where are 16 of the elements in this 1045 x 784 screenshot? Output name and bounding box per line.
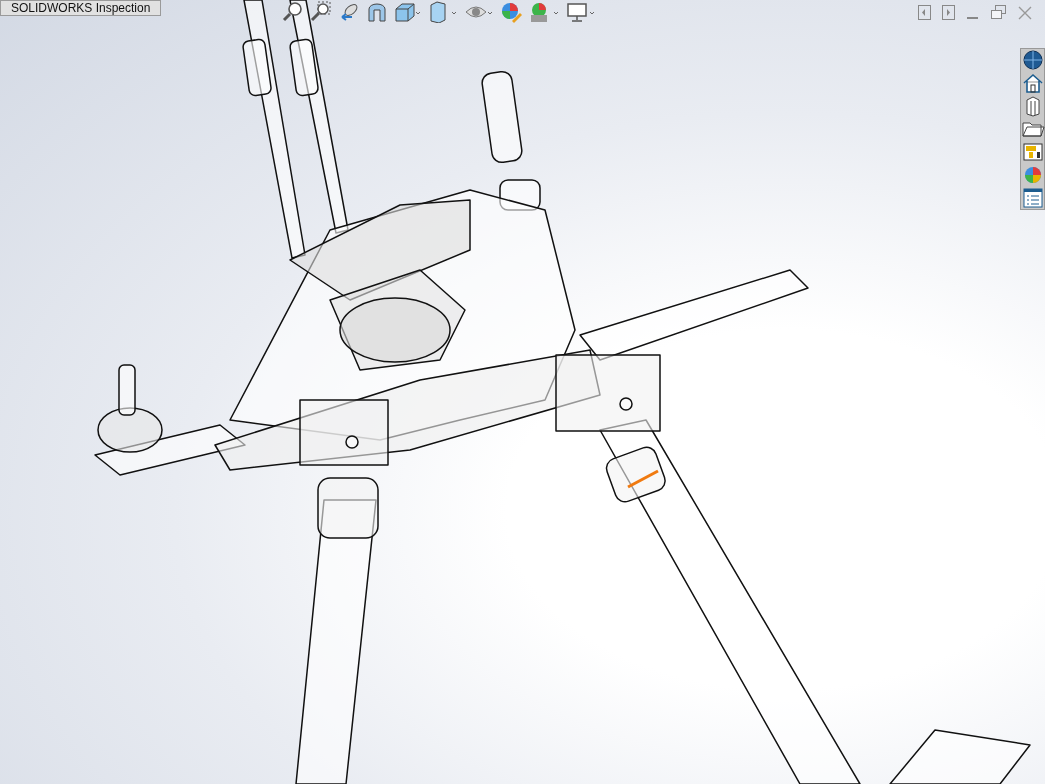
scene-icon[interactable]	[528, 1, 560, 23]
collapse-left-icon[interactable]	[918, 5, 931, 20]
zoom-to-fit-icon[interactable]	[282, 1, 304, 23]
application-label[interactable]: SOLIDWORKS Inspection	[0, 0, 162, 16]
display-style-icon[interactable]	[428, 1, 458, 23]
zoom-area-icon[interactable]	[310, 1, 332, 23]
appearance-icon[interactable]	[500, 1, 522, 23]
collapse-right-icon[interactable]	[942, 5, 955, 20]
list-icon[interactable]	[1021, 187, 1045, 209]
properties-icon[interactable]	[1021, 141, 1045, 163]
restore-icon[interactable]	[991, 5, 1007, 20]
home-icon[interactable]	[1021, 72, 1045, 94]
globe-icon[interactable]	[1021, 49, 1045, 71]
monitor-icon[interactable]	[566, 1, 596, 23]
section-view-icon[interactable]	[366, 1, 388, 23]
view-orientation-icon[interactable]	[394, 1, 422, 23]
